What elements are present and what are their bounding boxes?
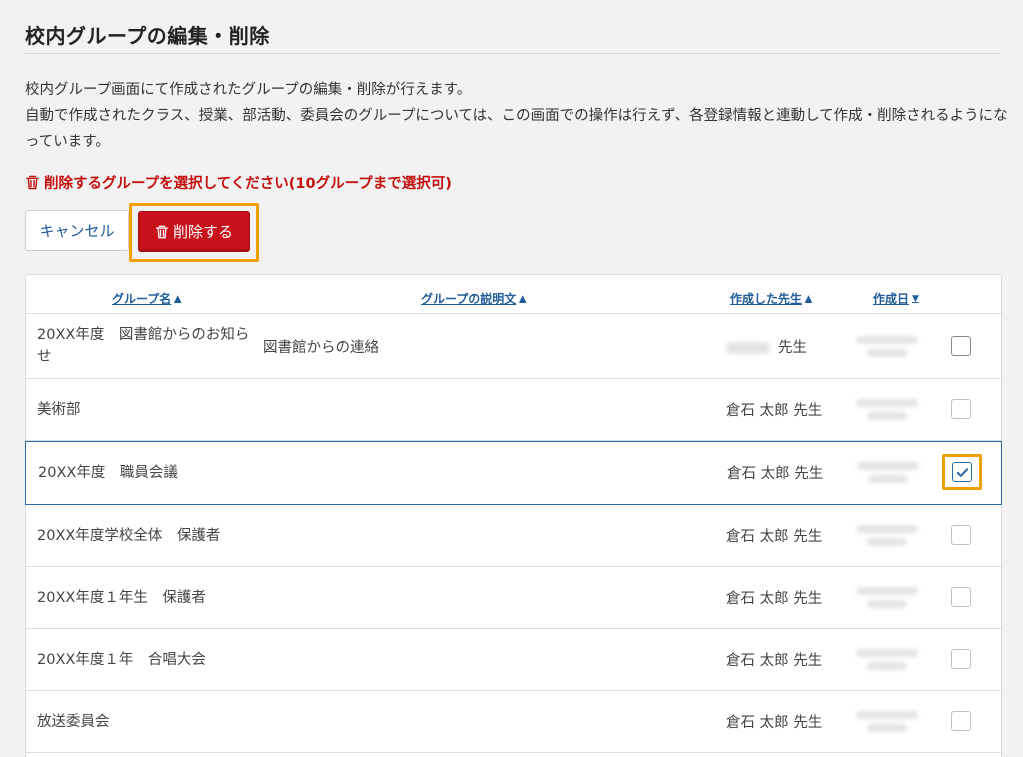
group-name: 放送委員会 <box>37 714 110 730</box>
table-row[interactable]: 20XX年度 図書館からのお知らせ 図書館からの連絡 先生 <box>26 314 1001 379</box>
created-date-redacted <box>856 394 918 425</box>
table-row[interactable]: 20XX年度１年 合唱大会 倉石 太郎 先生 <box>26 629 1001 691</box>
trash-icon <box>26 175 39 190</box>
author-name: 倉石 太郎 先生 <box>726 591 823 607</box>
column-header-author[interactable]: 作成した先生 ▲ <box>730 290 812 307</box>
table-row[interactable]: 20XX年度学校全体 保護者 倉石 太郎 先生 <box>26 505 1001 567</box>
group-description: 図書館からの連絡 <box>263 340 379 356</box>
group-name: 20XX年度 図書館からのお知らせ <box>37 327 250 365</box>
table-header: グループ名 ▲ グループの説明文 ▲ 作成した先生 ▲ 作成日 ▼ <box>26 275 1001 314</box>
redacted-name <box>726 342 770 354</box>
author-cell: 先生 <box>726 336 807 357</box>
row-checkbox[interactable] <box>951 587 971 607</box>
group-name: 20XX年度学校全体 保護者 <box>37 528 221 544</box>
sort-asc-icon: ▲ <box>174 293 182 304</box>
row-checkbox[interactable] <box>951 336 971 356</box>
created-date-redacted <box>856 706 918 737</box>
group-name: 20XX年度１年生 保護者 <box>37 590 206 606</box>
group-table: グループ名 ▲ グループの説明文 ▲ 作成した先生 ▲ 作成日 ▼ 20XX年度 図書館… <box>25 274 1002 757</box>
delete-selection-notice: 削除するグループを選択してください(10グループまで選択可) <box>25 172 452 193</box>
author-name: 倉石 太郎 先生 <box>726 653 823 669</box>
column-header-description[interactable]: グループの説明文 ▲ <box>421 290 526 307</box>
delete-button-label: 削除する <box>172 223 233 241</box>
column-header-created-date[interactable]: 作成日 ▼ <box>873 290 919 307</box>
author-name: 倉石 太郎 先生 <box>726 403 823 419</box>
created-date-redacted <box>856 582 918 613</box>
sort-asc-icon: ▲ <box>519 293 527 304</box>
column-header-group-name[interactable]: グループ名 ▲ <box>112 290 181 307</box>
description-line-2: 自動で作成されたクラス、授業、部活動、委員会のグループについては、この画面での操… <box>25 108 1008 150</box>
created-date-redacted <box>856 520 918 551</box>
created-date-redacted <box>856 331 918 362</box>
table-row[interactable]: 美術部 倉石 太郎 先生 <box>26 379 1001 441</box>
row-checkbox-checked[interactable] <box>952 462 972 482</box>
sort-desc-icon: ▼ <box>912 293 919 304</box>
cancel-button[interactable]: キャンセル <box>25 210 129 251</box>
group-name: 美術部 <box>37 402 81 418</box>
table-row-selected[interactable]: 20XX年度 職員会議 倉石 太郎 先生 <box>25 441 1002 505</box>
group-name: 20XX年度 職員会議 <box>38 465 178 481</box>
trash-icon <box>156 225 168 238</box>
row-checkbox[interactable] <box>951 399 971 419</box>
group-edit-delete-page: 校内グループの編集・削除 校内グループ画面にて作成されたグループの編集・削除が行… <box>0 0 1023 757</box>
table-row[interactable]: 放送委員会 倉石 太郎 先生 <box>26 691 1001 753</box>
row-checkbox[interactable] <box>951 711 971 731</box>
title-divider <box>25 53 1001 54</box>
row-checkbox[interactable] <box>951 649 971 669</box>
sort-asc-icon: ▲ <box>805 293 812 304</box>
created-date-redacted <box>857 457 919 488</box>
author-name: 先生 <box>778 340 807 356</box>
author-name: 倉石 太郎 先生 <box>726 529 823 545</box>
group-name: 20XX年度１年 合唱大会 <box>37 652 206 668</box>
author-name: 倉石 太郎 先生 <box>727 466 824 482</box>
author-name: 倉石 太郎 先生 <box>726 715 823 731</box>
table-row[interactable]: 20XX年度１年生 保護者 倉石 太郎 先生 <box>26 567 1001 629</box>
notice-text: 削除するグループを選択してください(10グループまで選択可) <box>44 176 452 192</box>
delete-button[interactable]: 削除する <box>138 211 250 252</box>
row-checkbox[interactable] <box>951 525 971 545</box>
created-date-redacted <box>856 644 918 675</box>
page-title: 校内グループの編集・削除 <box>25 24 270 48</box>
description-line-1: 校内グループ画面にて作成されたグループの編集・削除が行えます。 <box>25 82 472 98</box>
page-description: 校内グループ画面にて作成されたグループの編集・削除が行えます。 自動で作成された… <box>25 77 1010 155</box>
checkmark-icon <box>956 467 968 477</box>
